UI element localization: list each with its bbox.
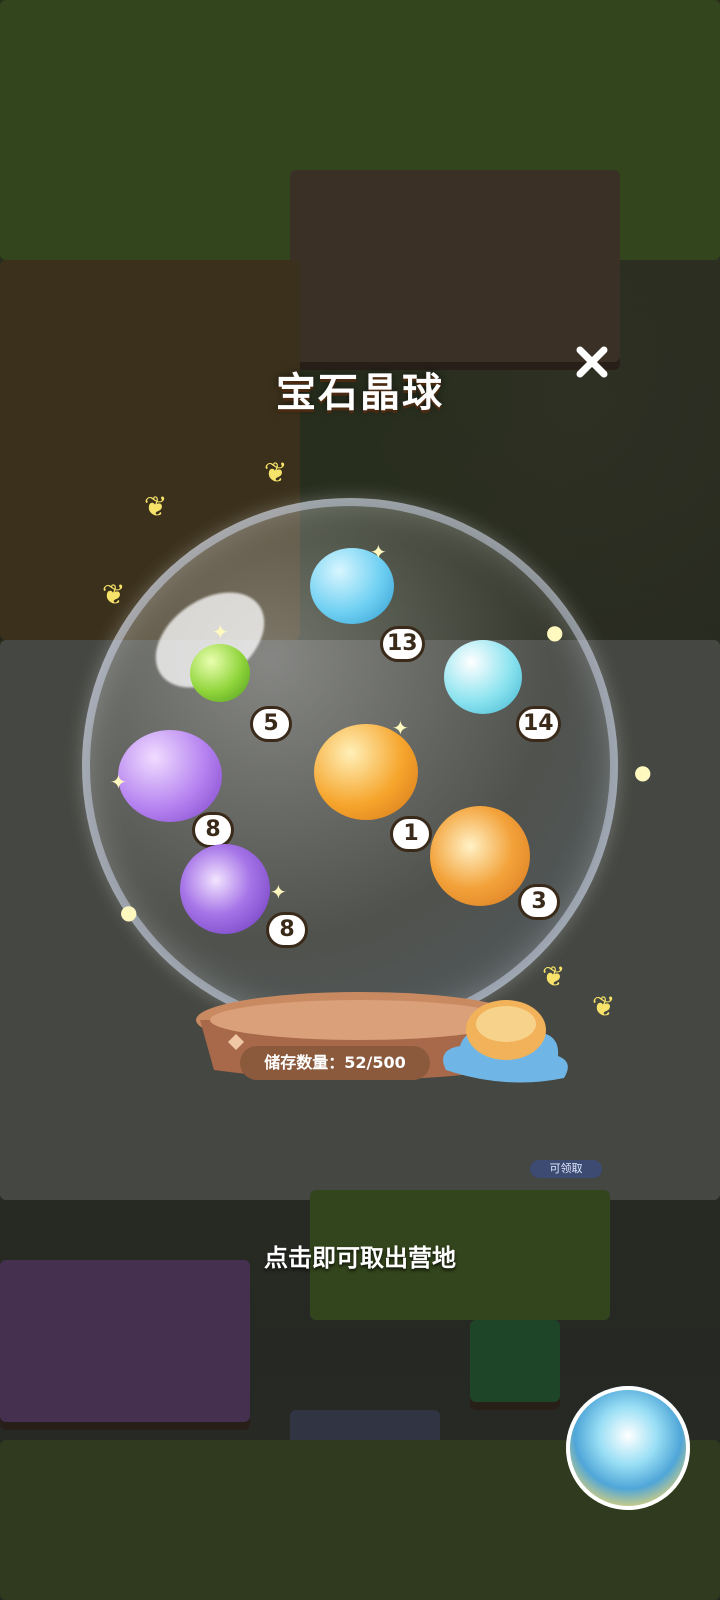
gem-count-badge: 5 (250, 706, 292, 742)
sparkle-icon: ✦ (110, 770, 127, 794)
green-leaf-gem[interactable] (190, 644, 250, 702)
sparkle-icon: ✦ (270, 880, 287, 904)
cyan-crystal-gem[interactable] (444, 640, 522, 714)
butterfly-icon: ❦ (264, 456, 288, 489)
purple-rose-gem[interactable] (180, 844, 270, 934)
gem-count-badge: 1 (390, 816, 432, 852)
purple-bear-gem[interactable] (118, 730, 222, 822)
bear-on-cloud-icon (443, 1000, 568, 1083)
sparkle-icon: ✦ (370, 540, 387, 564)
butterfly-icon: ❦ (102, 578, 126, 611)
butterfly-icon: ❦ (542, 960, 566, 993)
close-button[interactable] (570, 340, 614, 384)
tap-hint[interactable]: 点击即可取出营地 (0, 1238, 720, 1273)
storage-count: 储存数量：52/500 (240, 1046, 430, 1080)
butterfly-icon: ❦ (144, 490, 168, 523)
gem-count-badge: 3 (518, 884, 560, 920)
gem-count-badge: 13 (380, 626, 425, 662)
close-icon (576, 346, 608, 378)
gem-count-badge: 8 (192, 812, 234, 848)
sparkle-icon: ✦ (212, 620, 229, 644)
orange-rose-gem[interactable] (430, 806, 530, 906)
claim-badge: 可领取 (530, 1160, 602, 1178)
gem-count-badge: 14 (516, 706, 561, 742)
gem-count-badge: 8 (266, 912, 308, 948)
sparkle-icon: ● (546, 620, 564, 644)
sparkle-icon: ✦ (392, 716, 409, 740)
sparkle-icon: ● (120, 900, 138, 924)
butterfly-icon: ❦ (592, 990, 616, 1023)
sparkle-icon: ● (634, 760, 652, 784)
fountain-button[interactable] (566, 1386, 690, 1510)
